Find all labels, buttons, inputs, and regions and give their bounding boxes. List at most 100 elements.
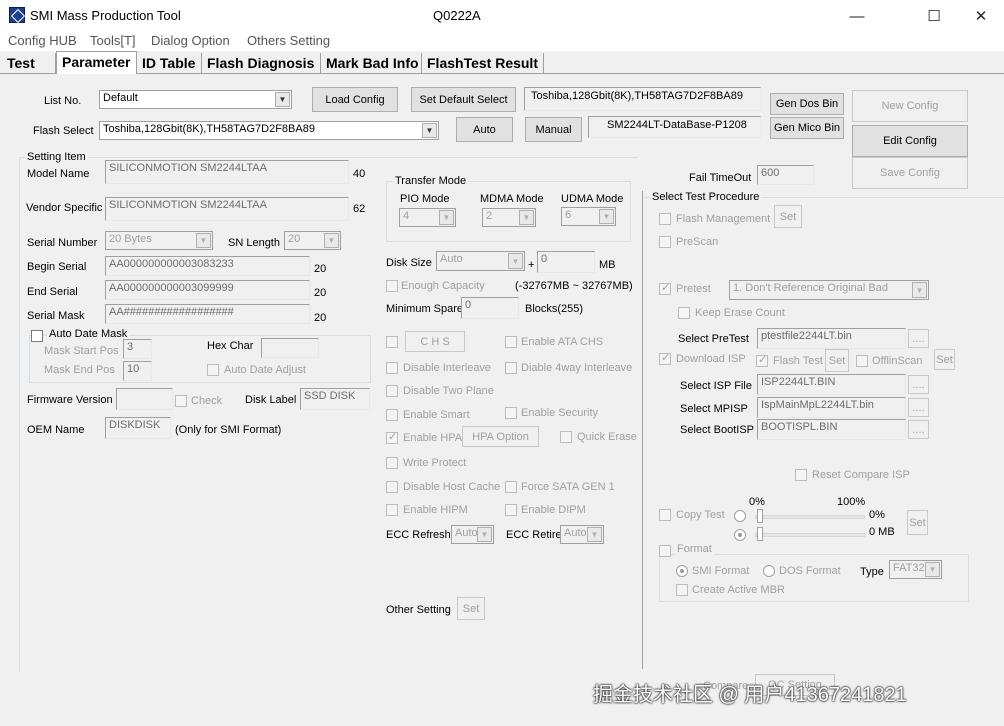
set-default-select-button[interactable]: Set Default Select	[411, 87, 516, 112]
flash-management-checkbox[interactable]	[659, 213, 671, 225]
serial-mask-field[interactable]: AA##################	[105, 304, 310, 324]
force-sata-gen1-checkbox[interactable]	[505, 481, 517, 493]
gen-mico-bin-button[interactable]: Gen Mico Bin	[770, 117, 844, 139]
quick-erase-checkbox[interactable]	[560, 431, 572, 443]
format-type-select[interactable]: FAT32 ▼	[889, 560, 942, 579]
chs-button[interactable]: C H S	[405, 331, 465, 352]
gen-dos-bin-button[interactable]: Gen Dos Bin	[770, 93, 844, 115]
disable-host-cache-checkbox[interactable]	[386, 481, 398, 493]
new-config-button[interactable]: New Config	[852, 90, 968, 122]
tab-mark-bad-info[interactable]: Mark Bad Info	[321, 53, 422, 74]
create-active-mbr-checkbox[interactable]	[676, 584, 688, 596]
ecc-retire-select[interactable]: Auto ▼	[560, 525, 604, 544]
copy-test-checkbox[interactable]	[659, 509, 671, 521]
pretest-file-field[interactable]: ptestfile2244LT.bin	[757, 328, 906, 349]
tab-flashtest-result[interactable]: FlashTest Result	[422, 53, 544, 74]
isp-file-field[interactable]: ISP2244LT.BIN	[757, 374, 906, 395]
enable-hipm-checkbox[interactable]	[386, 504, 398, 516]
menu-dialog-option[interactable]: Dialog Option	[151, 33, 230, 48]
pretest-browse-button[interactable]: ....	[908, 329, 929, 348]
flash-test-checkbox[interactable]	[756, 353, 768, 367]
end-serial-field[interactable]: AA000000000003099999	[105, 280, 310, 300]
mask-end-pos-field[interactable]: 10	[123, 361, 152, 381]
copy-test-percent-slider[interactable]	[755, 515, 865, 519]
enable-dipm-checkbox[interactable]	[505, 504, 517, 516]
check-checkbox[interactable]	[175, 395, 187, 407]
copy-test-set-button[interactable]: Set	[907, 510, 928, 535]
pio-mode-select[interactable]: 4 ▼	[399, 208, 456, 227]
flash-select-combo[interactable]: Toshiba,128Gbit(8K),TH58TAG7D2F8BA89 ▼	[99, 121, 439, 140]
tab-id-table[interactable]: ID Table	[137, 53, 202, 74]
enough-capacity-checkbox[interactable]	[386, 280, 398, 292]
menu-config-hub[interactable]: Config HUB	[8, 33, 77, 48]
mask-start-pos-field[interactable]: 3	[123, 339, 152, 359]
begin-serial-field[interactable]: AA000000000003083233	[105, 256, 310, 276]
manual-button[interactable]: Manual	[525, 117, 582, 142]
enable-ata-chs-checkbox[interactable]	[505, 336, 517, 348]
format-checkbox[interactable]	[659, 545, 671, 557]
mpisp-browse-button[interactable]: ....	[908, 398, 929, 417]
prescan-checkbox[interactable]	[659, 236, 671, 248]
menu-tools[interactable]: Tools[T]	[90, 33, 136, 48]
bootisp-browse-button[interactable]: ....	[908, 420, 929, 439]
write-protect-checkbox[interactable]	[386, 457, 398, 469]
hex-char-field[interactable]	[261, 338, 319, 358]
mpisp-file-field[interactable]: IspMainMpL2244LT.bin	[757, 397, 906, 418]
flash-management-set-button[interactable]: Set	[774, 205, 802, 228]
enable-hpa-checkbox[interactable]	[386, 430, 398, 444]
tab-test[interactable]: Test	[2, 53, 56, 74]
dos-format-radio[interactable]	[763, 565, 775, 577]
save-config-button[interactable]: Save Config	[852, 157, 968, 189]
reset-compare-isp-checkbox[interactable]	[795, 469, 807, 481]
vendor-specific-field[interactable]: SILICONMOTION SM2244LTAA	[105, 197, 349, 221]
model-name-field[interactable]: SILICONMOTION SM2244LTAA	[105, 160, 349, 184]
firmware-version-field[interactable]	[116, 388, 173, 410]
offline-scan-checkbox[interactable]	[856, 355, 868, 367]
flash-test-set-button[interactable]: Set	[825, 349, 849, 372]
disable-interleave-checkbox[interactable]	[386, 362, 398, 374]
isp-file-browse-button[interactable]: ....	[908, 375, 929, 394]
maximize-icon[interactable]: ☐	[911, 0, 957, 32]
hpa-option-button[interactable]: HPA Option	[462, 426, 539, 447]
mdma-mode-select[interactable]: 2 ▼	[482, 208, 536, 227]
copy-test-mb-radio[interactable]	[734, 529, 746, 541]
download-isp-checkbox[interactable]	[659, 351, 671, 365]
enable-smart-checkbox[interactable]	[386, 409, 398, 421]
pretest-option-select[interactable]: 1. Don't Reference Original Bad ▼	[729, 280, 929, 300]
auto-date-adjust-checkbox[interactable]	[207, 364, 219, 376]
tab-parameter[interactable]: Parameter	[56, 51, 137, 74]
enable-security-checkbox[interactable]	[505, 407, 517, 419]
bootisp-file-field[interactable]: BOOTISPL.BIN	[757, 419, 906, 440]
keep-erase-count-checkbox[interactable]	[678, 307, 690, 319]
udma-mode-select[interactable]: 6 ▼	[561, 207, 616, 226]
ecc-refresh-select[interactable]: Auto ▼	[451, 525, 494, 544]
copy-test-mb-thumb[interactable]	[757, 527, 763, 541]
diable-4way-interleave-checkbox[interactable]	[505, 362, 517, 374]
disk-size-extra-field[interactable]: 0	[537, 251, 595, 273]
disk-size-select[interactable]: Auto ▼	[436, 251, 525, 271]
load-config-button[interactable]: Load Config	[312, 87, 398, 112]
copy-test-mb-slider[interactable]	[755, 533, 865, 537]
auto-button[interactable]: Auto	[456, 117, 513, 142]
disk-label-field[interactable]: SSD DISK	[300, 388, 370, 410]
oem-name-field[interactable]: DISKDISK	[105, 417, 171, 439]
disable-two-plane-checkbox[interactable]	[386, 385, 398, 397]
other-setting-button[interactable]: Set	[457, 597, 485, 620]
edit-config-button[interactable]: Edit Config	[852, 125, 968, 157]
close-icon[interactable]: ✕	[958, 0, 1004, 32]
serial-number-select[interactable]: 20 Bytes ▼	[105, 231, 213, 250]
chs-checkbox[interactable]	[386, 336, 398, 348]
offline-scan-set-button[interactable]: Set	[934, 349, 955, 370]
menu-others-setting[interactable]: Others Setting	[247, 33, 330, 48]
copy-test-percent-radio[interactable]	[734, 510, 746, 522]
auto-date-mask-checkbox[interactable]	[31, 330, 43, 342]
pretest-checkbox[interactable]	[659, 281, 671, 295]
fail-timeout-field[interactable]: 600	[757, 165, 814, 185]
sn-length-select[interactable]: 20 ▼	[284, 231, 341, 250]
minimum-spare-field[interactable]: 0	[461, 297, 519, 319]
list-no-select[interactable]: Default ▼	[99, 90, 292, 109]
tab-flash-diagnosis[interactable]: Flash Diagnosis	[202, 53, 321, 74]
copy-test-percent-thumb[interactable]	[757, 509, 763, 523]
minimize-icon[interactable]: —	[834, 0, 880, 32]
smi-format-radio[interactable]	[676, 565, 688, 577]
